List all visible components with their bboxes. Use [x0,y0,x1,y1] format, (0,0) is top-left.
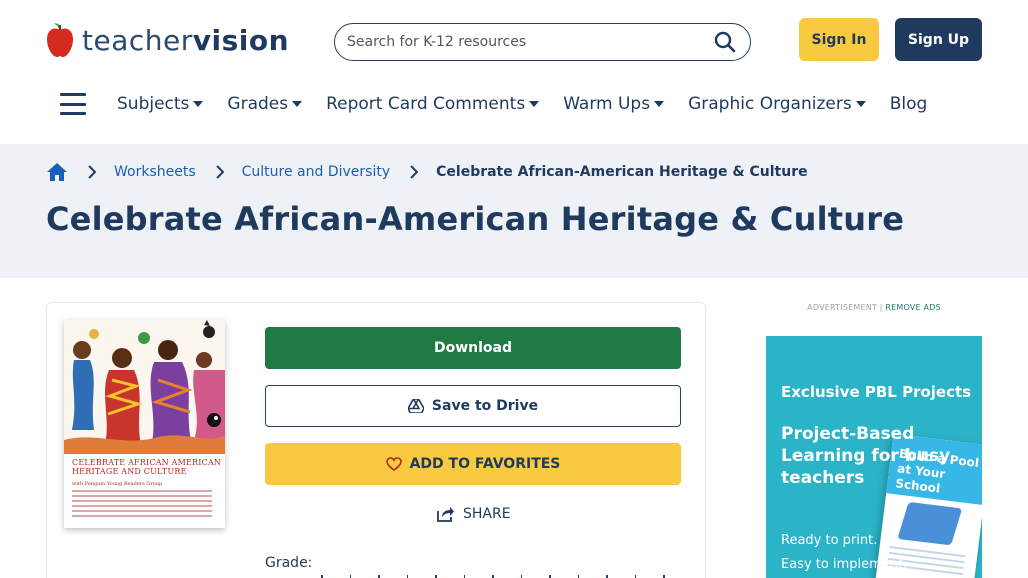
breadcrumb-worksheets[interactable]: Worksheets [114,164,196,180]
caret-down-icon [654,101,665,107]
nav-item-warm-ups[interactable]: Warm Ups [563,94,665,114]
nav-item-label: Graphic Organizers [688,94,852,114]
chevron-right-icon [88,165,96,179]
thumbnail-text-lines [72,490,212,520]
site-header: teachervision Sign In Sign Up Subjects G… [0,0,1028,144]
logo-text-vision: vision [192,23,290,57]
logo-wordmark: teachervision [82,24,289,57]
chevron-right-icon [410,165,419,179]
nav-item-grades[interactable]: Grades [227,94,303,114]
chevron-right-icon [215,165,224,179]
heart-icon [385,457,402,471]
ad-body-line: Ready to print. [781,533,878,548]
nav-item-subjects[interactable]: Subjects [117,94,204,114]
breadcrumb-current: Celebrate African-American Heritage & Cu… [436,164,808,180]
sign-in-button[interactable]: Sign In [799,18,879,61]
google-drive-icon [407,399,424,413]
advertisement-banner[interactable]: Exclusive PBL Projects Build a Pool at Y… [766,336,982,578]
search-bar [334,23,751,61]
remove-ads-link[interactable]: REMOVE ADS [885,303,940,312]
share-icon [437,506,455,522]
caret-down-icon [292,101,303,107]
share-button[interactable]: SHARE [437,503,511,525]
search-input[interactable] [347,34,712,50]
breadcrumb: Worksheets Culture and Diversity Celebra… [46,159,808,185]
resource-card: Celebrate African American Heritage and … [46,302,706,578]
nav-item-label: Warm Ups [563,94,651,114]
save-to-drive-button[interactable]: Save to Drive [265,385,681,427]
caret-down-icon [193,101,204,107]
nav-item-label: Blog [889,94,928,114]
ad-headline: Project-Based Learning for busy teachers [781,424,951,489]
page-title: Celebrate African-American Heritage & Cu… [46,200,905,238]
nav-item-label: Grades [227,94,289,114]
thumbnail-illustration [64,320,225,454]
grade-label: Grade: [265,555,313,571]
add-to-favorites-label: ADD TO FAVORITES [409,456,561,472]
ad-kicker: Exclusive PBL Projects [781,383,972,401]
home-icon[interactable] [46,161,68,183]
ad-body: Ready to print. Easy to implement. [781,529,907,577]
nav-item-graphic-organizers[interactable]: Graphic Organizers [688,94,866,114]
apple-icon [46,22,74,58]
caret-down-icon [855,101,866,107]
save-to-drive-label: Save to Drive [431,398,539,414]
advertisement-label: ADVERTISEMENT | REMOVE ADS [766,303,982,312]
nav-item-blog[interactable]: Blog [890,94,928,114]
resource-thumbnail[interactable]: Celebrate African American Heritage and … [64,320,225,528]
logo-text-teacher: teacher [82,23,193,57]
add-to-favorites-button[interactable]: ADD TO FAVORITES [265,443,681,485]
breadcrumb-culture-and-diversity[interactable]: Culture and Diversity [242,164,390,180]
page-hero: Worksheets Culture and Diversity Celebra… [0,144,1028,278]
nav-item-report-card-comments[interactable]: Report Card Comments [326,94,540,114]
thumbnail-title: Celebrate African American Heritage and … [72,458,222,477]
download-button[interactable]: Download [265,327,681,369]
teachervision-logo[interactable]: teachervision [46,20,289,60]
hamburger-menu-icon[interactable] [60,93,86,115]
sign-up-button[interactable]: Sign Up [895,18,982,61]
advertisement-text: ADVERTISEMENT | [807,303,883,312]
nav-item-label: Subjects [117,94,190,114]
nav-item-label: Report Card Comments [326,94,526,114]
search-icon[interactable] [712,29,738,55]
thumbnail-subtitle: with Penguin Young Readers Group [72,481,163,487]
main-nav: Subjects Grades Report Card Comments War… [60,84,951,124]
share-label: SHARE [463,506,511,522]
caret-down-icon [529,101,540,107]
ad-body-line: Easy to implement. [781,557,908,573]
